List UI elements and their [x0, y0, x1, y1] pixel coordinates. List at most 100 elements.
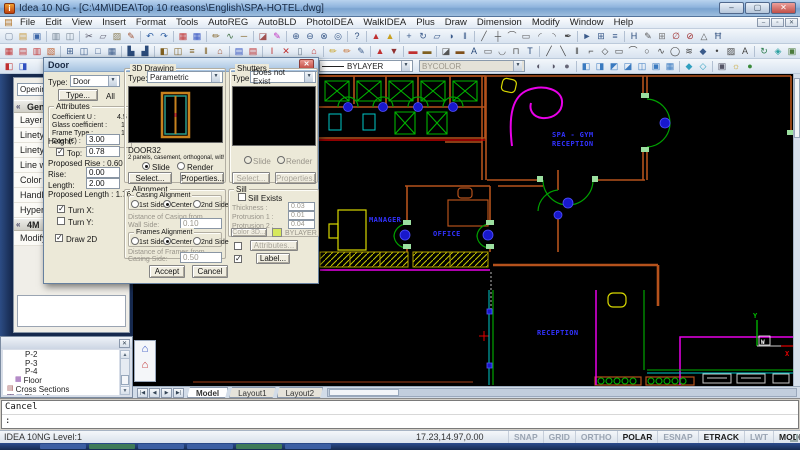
canvas-horizontal-scrollbar[interactable] — [327, 388, 797, 397]
clipboard-tool-icon[interactable]: ▯ — [293, 45, 307, 58]
taskbar-button[interactable] — [236, 444, 282, 449]
view-sw-iso-icon[interactable]: ◧ — [579, 60, 593, 73]
vscroll-thumb[interactable] — [794, 78, 800, 138]
frames-center-radio[interactable] — [163, 237, 171, 245]
menu-modify[interactable]: Modify — [527, 17, 565, 29]
text-tool-icon[interactable]: A — [467, 45, 481, 58]
paste-icon[interactable]: ▨ — [110, 30, 124, 43]
draw-spline-icon[interactable]: ∿ — [654, 45, 668, 58]
accept-button[interactable]: Accept — [149, 265, 185, 278]
opening-3d-icon[interactable]: ◨ — [16, 60, 30, 73]
tree-item-p-2[interactable]: P-2 — [3, 350, 119, 359]
edit-polyline-icon[interactable]: ✏ — [209, 30, 223, 43]
zoom-window-icon[interactable]: ⊗ — [317, 30, 331, 43]
zoom-extents-icon[interactable]: ◎ — [331, 30, 345, 43]
frames-1st-side-radio[interactable] — [131, 237, 139, 245]
insert-block-icon[interactable]: ◆ — [696, 45, 710, 58]
menu-draw[interactable]: Draw — [440, 17, 472, 29]
entity-snap-icon[interactable]: ▦ — [176, 30, 190, 43]
dim-ruler-2-icon[interactable]: ▬ — [420, 45, 434, 58]
door-type-arrow-icon[interactable]: ▼ — [108, 76, 117, 86]
menu-walkidea[interactable]: WalkIDEA — [358, 17, 411, 29]
zoom-in-icon[interactable]: ⊕ — [289, 30, 303, 43]
window-tool-icon[interactable]: ◫ — [171, 45, 185, 58]
slide-radio[interactable] — [142, 162, 150, 170]
dim-ruler-icon[interactable]: ▬ — [406, 45, 420, 58]
arc-icon[interactable]: ⌒ — [505, 30, 519, 43]
draw-polyline-icon[interactable]: ⌐ — [584, 45, 598, 58]
command-box[interactable]: Cancel : — [1, 400, 799, 429]
no-trace-icon[interactable]: ⊘ — [683, 30, 697, 43]
shutters-properties-button[interactable]: Properties... — [275, 172, 316, 184]
help-icon[interactable]: ? — [350, 30, 364, 43]
chamfer-icon[interactable]: ◝ — [547, 30, 561, 43]
draw-2d-checkbox[interactable] — [55, 234, 63, 242]
shutters-render-radio[interactable] — [277, 156, 285, 164]
match-properties-icon[interactable]: ✎ — [270, 30, 284, 43]
construction-line-icon[interactable]: ┼ — [491, 30, 505, 43]
collapse-chevron-icon[interactable]: « — [16, 101, 20, 113]
view-se-iso-icon[interactable]: ◨ — [593, 60, 607, 73]
protrusion-2-field[interactable]: 0.04 — [288, 220, 315, 229]
cut-icon[interactable]: ✂ — [82, 30, 96, 43]
color-3d-button[interactable]: Color 3D... — [231, 228, 267, 237]
menu-window[interactable]: Window — [565, 17, 609, 29]
view-ne-iso-icon[interactable]: ◩ — [607, 60, 621, 73]
tree-item-plan-views[interactable]: +▣Plan Views — [3, 393, 119, 395]
frames-2nd-side-radio[interactable] — [193, 237, 201, 245]
door-tool-icon[interactable]: ◧ — [157, 45, 171, 58]
select-button[interactable]: Select... — [128, 172, 172, 184]
column-icon[interactable]: ▙ — [124, 45, 138, 58]
protrusion-1-field[interactable]: 0.01 — [288, 211, 315, 220]
raise-level-icon[interactable]: ▲ — [373, 45, 387, 58]
slab-edit-icon[interactable]: ◫ — [77, 45, 91, 58]
mirror-icon[interactable]: ◑ — [444, 30, 458, 43]
tree-scroll-down-icon[interactable]: ▼ — [121, 386, 129, 394]
menu-autobld[interactable]: AutoBLD — [253, 17, 301, 29]
wall-edit-icon[interactable]: ▥ — [30, 45, 44, 58]
menu-file[interactable]: File — [15, 17, 40, 29]
taskbar-button[interactable] — [89, 444, 135, 449]
pencil-yellow-icon[interactable]: ✏ — [326, 45, 340, 58]
format-painter-icon[interactable]: ✎ — [124, 30, 138, 43]
rise-field[interactable]: 0.00 — [86, 167, 120, 178]
color-combo[interactable]: BYCOLOR ▼ — [419, 60, 525, 72]
beam-i-icon[interactable]: I — [265, 45, 279, 58]
roof-red-icon[interactable]: ⌂ — [307, 45, 321, 58]
slab-mesh-icon[interactable]: ▦ — [105, 45, 119, 58]
menu-autoreg[interactable]: AutoREG — [203, 17, 253, 29]
tree-scroll-thumb[interactable] — [121, 375, 129, 385]
attributes-button[interactable]: Attributes... — [250, 240, 298, 251]
fillet-icon[interactable]: ◜ — [533, 30, 547, 43]
draw-point-icon[interactable]: • — [710, 45, 724, 58]
color-combo-arrow-icon[interactable]: ▼ — [513, 61, 522, 71]
canvas-vertical-scrollbar[interactable] — [793, 74, 800, 386]
offset-icon[interactable]: ‖ — [458, 30, 472, 43]
shade-hidden-icon[interactable]: ◑ — [546, 60, 560, 73]
wall-outer-icon[interactable]: ▦ — [2, 45, 16, 58]
sketch-icon[interactable]: ✎ — [641, 30, 655, 43]
plan-view-blue-icon[interactable]: ⌂ — [137, 342, 153, 357]
cancel-button[interactable]: Cancel — [192, 265, 228, 278]
tab-nav-1-icon[interactable]: ◀ — [149, 388, 160, 398]
door-type-combo[interactable]: Door ▼ — [70, 75, 120, 87]
sun-light-icon[interactable]: ☼ — [729, 60, 743, 73]
hscroll-thumb[interactable] — [329, 389, 399, 396]
3d-type-arrow-icon[interactable]: ▼ — [211, 72, 220, 82]
tree-item-cross-sections[interactable]: ▤Cross Sections — [3, 385, 119, 394]
entity-snap-settings-icon[interactable]: ▦ — [190, 30, 204, 43]
command-prompt[interactable]: : — [2, 415, 798, 429]
sofa-furniture-icon[interactable]: ◡ — [495, 45, 509, 58]
copy-attributes-blue-icon[interactable]: ▤ — [232, 45, 246, 58]
taskbar-button[interactable] — [285, 444, 331, 449]
draw-polygon-icon[interactable]: ◇ — [598, 45, 612, 58]
label-checkbox[interactable] — [234, 255, 242, 263]
menu-view[interactable]: View — [67, 17, 97, 29]
undo-icon[interactable]: ↶ — [143, 30, 157, 43]
top-field[interactable]: 0.78 — [86, 146, 120, 157]
tab-nav-3-icon[interactable]: ▶| — [173, 388, 184, 398]
grid-icon[interactable]: ⊞ — [655, 30, 669, 43]
mdi-restore-button[interactable]: ▫ — [771, 18, 784, 27]
window-titlebar[interactable]: i Idea 10 NG - [C:\4M\IDEA\Top 10 reason… — [0, 0, 800, 17]
taskbar-button[interactable] — [187, 444, 233, 449]
